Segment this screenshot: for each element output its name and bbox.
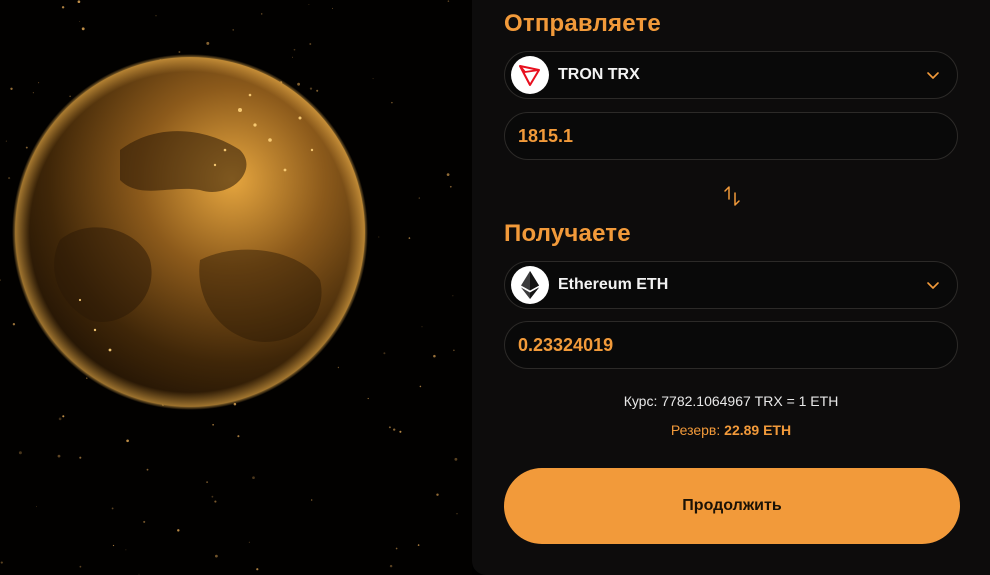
receive-currency-select[interactable]: Ethereum ETH (504, 261, 958, 309)
exchange-rate-text: Курс: 7782.1064967 TRX = 1 ETH (623, 393, 839, 409)
chevron-down-icon (927, 72, 939, 79)
receive-amount-input[interactable] (505, 322, 957, 368)
swap-arrows-icon[interactable] (722, 184, 742, 208)
receive-amount-field[interactable] (504, 321, 958, 369)
send-title: Отправляете (504, 10, 661, 37)
reserve-value: 22.89 ETH (724, 422, 792, 438)
send-amount-input[interactable] (505, 113, 957, 159)
send-amount-field[interactable] (504, 112, 958, 160)
chevron-down-icon (927, 282, 939, 289)
ethereum-logo-icon (511, 266, 549, 304)
reserve-text: Резерв: 22.89 ETH (504, 422, 958, 438)
tron-logo-icon (511, 56, 549, 94)
receive-currency-label: Ethereum ETH (558, 276, 669, 293)
reserve-label: Резерв: (670, 422, 721, 438)
continue-button[interactable]: Продолжить (504, 468, 960, 544)
receive-title: Получаете (504, 220, 631, 247)
send-currency-label: TRON TRX (558, 66, 640, 83)
exchange-panel: Отправляете TRON TRX Получаете (472, 0, 990, 575)
earth-illustration (0, 0, 472, 575)
earth-night-image (0, 0, 458, 575)
send-currency-select[interactable]: TRON TRX (504, 51, 958, 99)
